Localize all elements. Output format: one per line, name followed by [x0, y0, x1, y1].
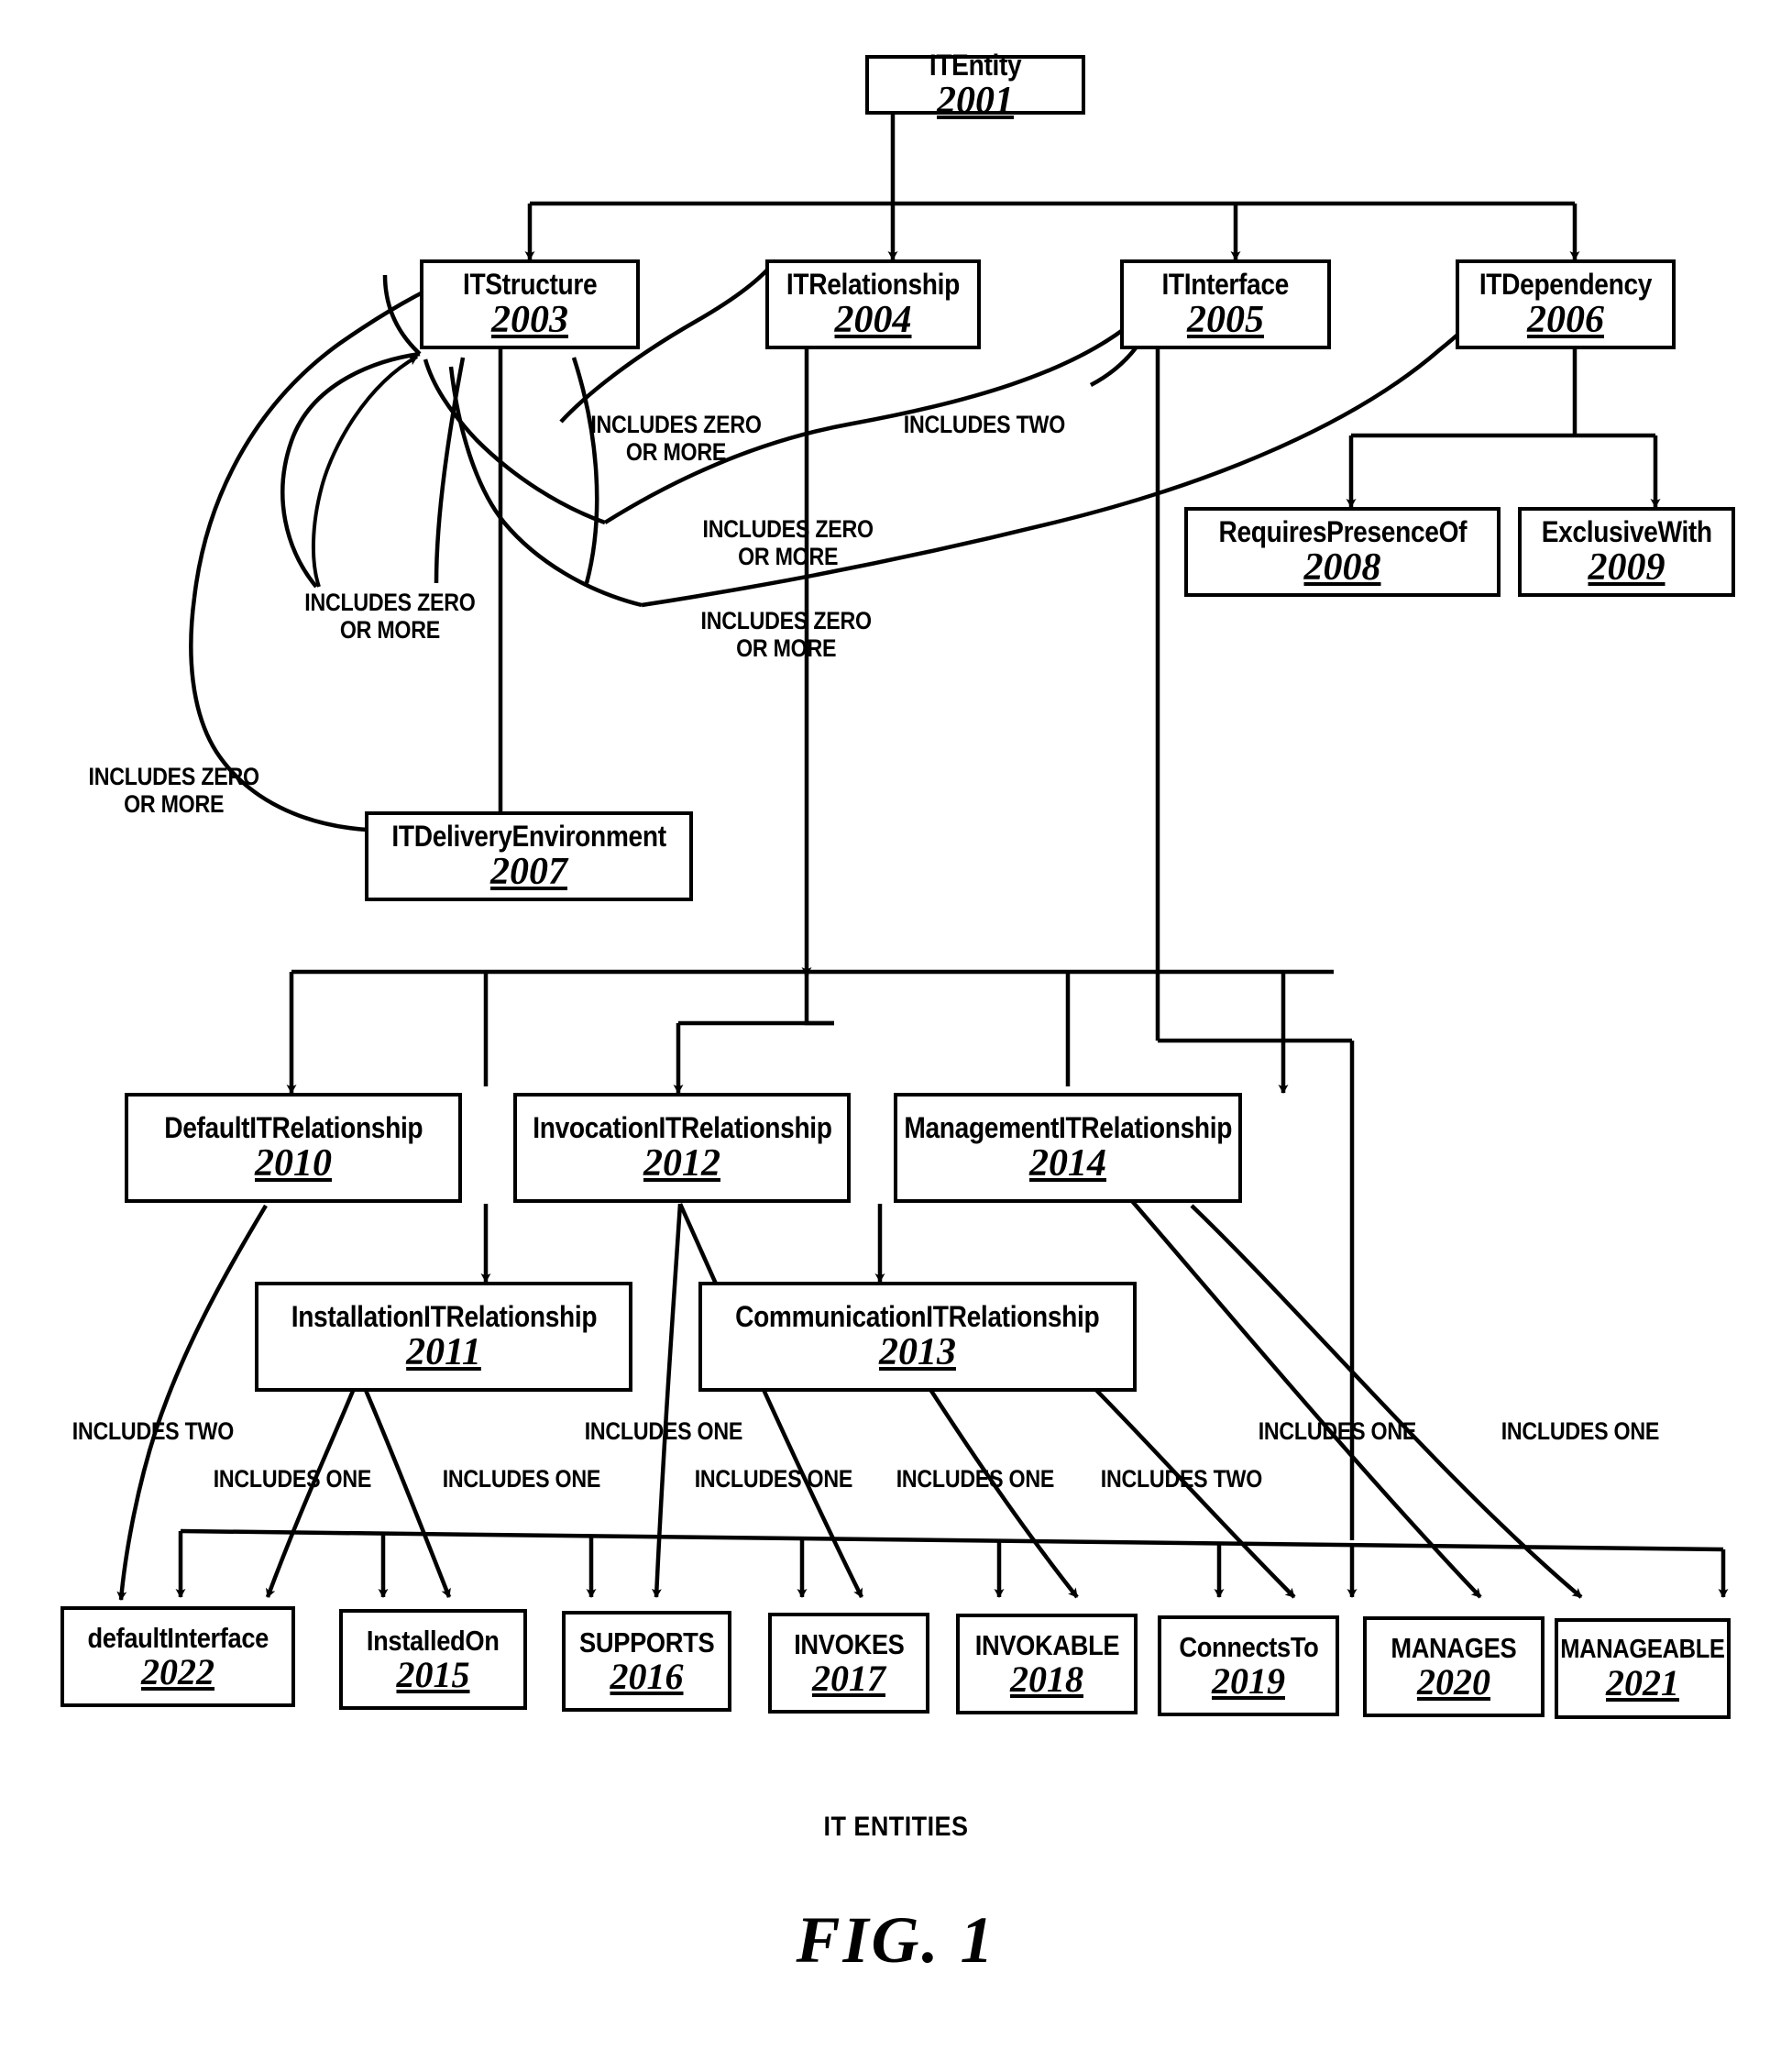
node-installedon[interactable]: InstalledOn 2015 — [339, 1609, 527, 1710]
node-number: 2007 — [490, 851, 567, 893]
node-label: DefaultITRelationship — [163, 1111, 423, 1144]
node-number: 2017 — [812, 1657, 885, 1699]
node-itdeliveryenvironment[interactable]: ITDeliveryEnvironment 2007 — [365, 811, 693, 901]
node-label: ITInterface — [1161, 268, 1290, 301]
edge-label-includes-zero-or-more-5: INCLUDES ZERO OR MORE — [88, 763, 260, 819]
node-number: 2014 — [1029, 1142, 1106, 1185]
figure-page: ITEntity 2001 ITStructure 2003 ITRelatio… — [0, 0, 1792, 2061]
node-communicationitrelationship[interactable]: CommunicationITRelationship 2013 — [698, 1282, 1137, 1392]
node-itdependency[interactable]: ITDependency 2006 — [1456, 259, 1676, 349]
node-number: 2005 — [1187, 299, 1264, 341]
node-label: SUPPORTS — [578, 1626, 715, 1659]
node-itstructure[interactable]: ITStructure 2003 — [420, 259, 640, 349]
node-number: 2020 — [1417, 1660, 1490, 1703]
edge-2007-to-2003 — [192, 272, 459, 599]
node-number: 2019 — [1212, 1659, 1285, 1702]
node-number: 2015 — [396, 1653, 470, 1695]
edge-label-includes-one-1: INCLUDES ONE — [213, 1465, 372, 1493]
edge-label-includes-zero-or-more-4: INCLUDES ZERO OR MORE — [700, 607, 873, 663]
edge-l1-up — [382, 274, 422, 356]
node-number: 2021 — [1606, 1661, 1679, 1703]
edge-label-includes-zero-or-more-3: INCLUDES ZERO OR MORE — [702, 515, 874, 571]
node-label: INVOKES — [793, 1627, 905, 1660]
edge-bottom-bus — [180, 1528, 1724, 1552]
node-label: ManagementITRelationship — [904, 1111, 1232, 1144]
node-number: 2001 — [937, 79, 1014, 122]
edge-label-includes-zero-or-more-1: INCLUDES ZERO OR MORE — [304, 589, 476, 645]
node-connectsto[interactable]: ConnectsTo 2019 — [1158, 1615, 1339, 1716]
edge-label-includes-one-5: INCLUDES ONE — [896, 1465, 1055, 1493]
node-label: InstalledOn — [367, 1624, 500, 1657]
node-invokes[interactable]: INVOKES 2017 — [768, 1613, 929, 1714]
edge-2014-2020 — [1130, 1199, 1482, 1599]
node-number: 2011 — [406, 1331, 481, 1373]
node-label: INVOKABLE — [974, 1628, 1119, 1661]
edge-l1-curve — [280, 351, 421, 589]
node-number: 2018 — [1010, 1658, 1083, 1700]
node-supports[interactable]: SUPPORTS 2016 — [562, 1611, 731, 1712]
edge-label-includes-two-1: INCLUDES TWO — [903, 411, 1065, 438]
node-managementitrelationship[interactable]: ManagementITRelationship 2014 — [894, 1093, 1242, 1203]
edge-2004-2012-jog-a — [804, 972, 834, 1026]
node-number: 2010 — [255, 1142, 332, 1185]
figure-caption: IT ENTITIES — [823, 1812, 969, 1842]
node-label: InvocationITRelationship — [532, 1111, 832, 1144]
node-defaultinterface[interactable]: defaultInterface 2022 — [60, 1606, 295, 1707]
edge-label-includes-one-4: INCLUDES ONE — [694, 1465, 853, 1493]
edge-label-includes-two-3: INCLUDES TWO — [1100, 1465, 1262, 1493]
node-number: 2008 — [1303, 546, 1381, 589]
node-label: MANAGES — [1391, 1631, 1517, 1664]
node-label: defaultInterface — [87, 1621, 269, 1654]
node-manages[interactable]: MANAGES 2020 — [1363, 1616, 1545, 1717]
node-manageable[interactable]: MANAGEABLE 2021 — [1555, 1618, 1731, 1719]
node-number: 2004 — [834, 299, 912, 341]
node-itrelationship[interactable]: ITRelationship 2004 — [765, 259, 981, 349]
node-label: ITDependency — [1479, 268, 1653, 301]
node-label: ITDeliveryEnvironment — [391, 820, 666, 853]
edge-label-includes-one-2: INCLUDES ONE — [442, 1465, 601, 1493]
edge-l5-left — [448, 366, 643, 608]
edge-2014-2021 — [1190, 1204, 1583, 1599]
edge-label-includes-two-2: INCLUDES TWO — [71, 1417, 234, 1445]
node-label: RequiresPresenceOf — [1218, 515, 1467, 548]
edge-label-includes-zero-or-more-2: INCLUDES ZERO OR MORE — [590, 411, 762, 467]
node-number: 2009 — [1588, 546, 1666, 589]
node-number: 2003 — [491, 299, 568, 341]
node-label: CommunicationITRelationship — [735, 1300, 1100, 1333]
node-itentity[interactable]: ITEntity 2001 — [865, 50, 1085, 120]
figure-title: FIG. 1 — [796, 1903, 996, 1977]
node-number: 2016 — [610, 1655, 684, 1697]
node-label: ITRelationship — [786, 268, 961, 301]
node-label: ITEntity — [929, 48, 1022, 82]
node-exclusivewith[interactable]: ExclusiveWith 2009 — [1518, 507, 1735, 597]
node-invocationitrelationship[interactable]: InvocationITRelationship 2012 — [513, 1093, 851, 1203]
node-invokable[interactable]: INVOKABLE 2018 — [956, 1614, 1138, 1714]
node-label: ExclusiveWith — [1541, 515, 1712, 548]
node-defaultitrelationship[interactable]: DefaultITRelationship 2010 — [125, 1093, 462, 1203]
node-label: MANAGEABLE — [1560, 1634, 1725, 1664]
node-requirespresenceof[interactable]: RequiresPresenceOf 2008 — [1184, 507, 1501, 597]
node-number: 2022 — [141, 1650, 214, 1692]
node-label: InstallationITRelationship — [291, 1300, 597, 1333]
node-number: 2013 — [879, 1331, 956, 1373]
node-number: 2006 — [1527, 299, 1604, 341]
node-itinterface[interactable]: ITInterface 2005 — [1120, 259, 1331, 349]
node-label: ConnectsTo — [1178, 1630, 1319, 1663]
edge-2010-2022 — [116, 1204, 268, 1601]
edge-label-includes-one-7: INCLUDES ONE — [1501, 1417, 1660, 1445]
edge-label-includes-one-3: INCLUDES ONE — [584, 1417, 743, 1445]
node-label: ITStructure — [462, 268, 598, 301]
edge-label-includes-one-6: INCLUDES ONE — [1258, 1417, 1417, 1445]
node-number: 2012 — [643, 1142, 720, 1185]
node-installationitrelationship[interactable]: InstallationITRelationship 2011 — [255, 1282, 632, 1392]
